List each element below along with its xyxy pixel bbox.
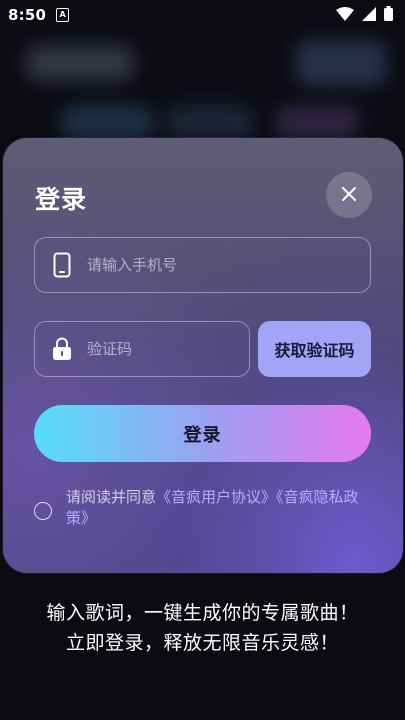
close-button[interactable] <box>326 172 372 218</box>
agree-checkbox[interactable] <box>34 502 52 520</box>
code-input[interactable] <box>87 340 249 358</box>
user-agreement-link[interactable]: 《音疯用户协议》 <box>156 488 276 506</box>
status-time: 8:50 <box>8 6 47 24</box>
slogan: 输入歌词，一键生成你的专属歌曲！ 立即登录，释放无限音乐灵感！ <box>0 598 405 658</box>
slogan-line-1: 输入歌词，一键生成你的专属歌曲！ <box>46 602 359 624</box>
slogan-line-2: 立即登录，释放无限音乐灵感！ <box>65 632 339 654</box>
lock-icon <box>51 336 73 362</box>
status-bar: 8:50 A <box>0 0 405 30</box>
get-code-button[interactable]: 获取验证码 <box>258 321 371 377</box>
signal-icon <box>362 6 376 25</box>
phone-field <box>34 237 371 293</box>
agreement-row: 请阅读并同意《音疯用户协议》《音疯隐私政策》 <box>34 487 374 529</box>
wifi-icon <box>336 6 354 25</box>
phone-icon <box>51 252 73 278</box>
agreement-text: 请阅读并同意《音疯用户协议》《音疯隐私政策》 <box>66 487 374 529</box>
agreement-prefix: 请阅读并同意 <box>66 488 157 506</box>
code-field <box>34 321 250 377</box>
phone-input[interactable] <box>87 256 370 274</box>
notification-icon: A <box>56 8 70 22</box>
login-button[interactable]: 登录 <box>34 405 371 462</box>
login-card: 登录 获取验证码 登录 请阅读并同意《音疯用户协议》《音疯隐私政策》 <box>3 138 403 573</box>
battery-icon <box>384 5 393 25</box>
login-title: 登录 <box>35 185 88 214</box>
close-icon <box>342 186 356 205</box>
